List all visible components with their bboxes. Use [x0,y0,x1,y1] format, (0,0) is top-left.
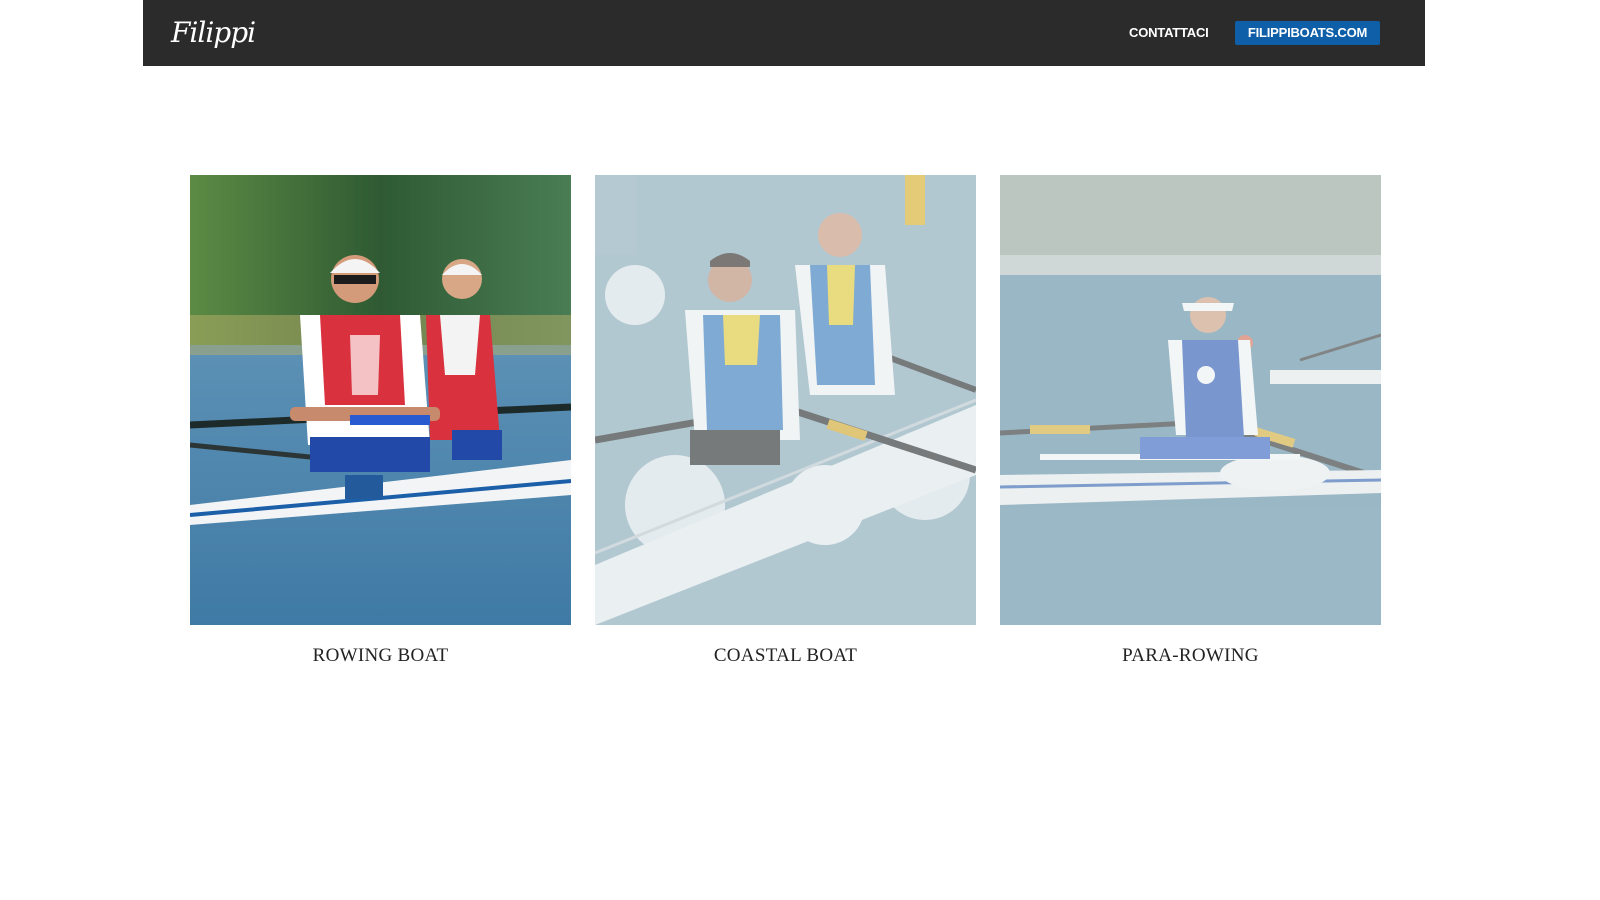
rowing-boat-photo[interactable] [190,175,571,625]
filippi-logo[interactable]: Filippi [171,10,259,56]
para-rowing-label[interactable]: PARA-ROWING [1000,645,1381,667]
para-rowing-photo[interactable] [1000,175,1381,625]
filippiboats-site-button[interactable]: FILIPPIBOATS.COM [1235,21,1380,45]
category-card-para-rowing[interactable]: PARA-ROWING [1000,175,1381,667]
coastal-boat-label[interactable]: COASTAL BOAT [595,645,976,667]
coastal-boat-photo[interactable] [595,175,976,625]
rowing-boat-label[interactable]: ROWING BOAT [190,645,571,667]
contact-link[interactable]: CONTATTACI [1129,21,1209,45]
category-card-coastal-boat[interactable]: COASTAL BOAT [595,175,976,667]
site-header: Filippi CONTATTACI FILIPPIBOATS.COM [143,0,1425,66]
category-card-rowing-boat[interactable]: ROWING BOAT [190,175,571,667]
